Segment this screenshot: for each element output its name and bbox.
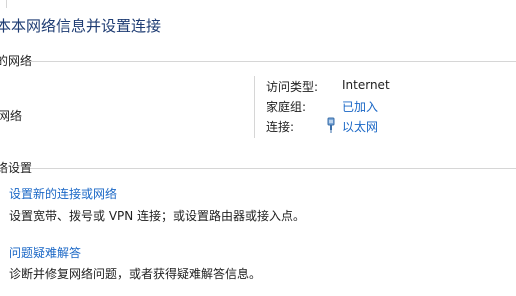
setup-new-connection-link[interactable]: 设置新的连接或网络: [9, 185, 117, 202]
network-name: 网络: [0, 109, 23, 123]
window-edge: [0, 0, 7, 8]
homegroup-label: 家庭组:: [266, 100, 307, 114]
section-divider: [30, 168, 516, 169]
connections-label: 连接:: [266, 120, 295, 134]
section-divider: [30, 61, 516, 62]
setup-new-connection-description: 设置宽带、拨号或 VPN 连接；或设置路由器或接入点。: [9, 209, 306, 223]
homegroup-link[interactable]: 已加入: [342, 98, 378, 115]
access-type-label: 访问类型:: [266, 80, 319, 94]
active-networks-header: 的网络: [0, 54, 33, 68]
change-settings-header: 络设置: [0, 161, 33, 175]
column-separator: [254, 76, 255, 138]
page-title: 本本网络信息并设置连接: [0, 17, 162, 35]
troubleshoot-link[interactable]: 问题疑难解答: [9, 244, 81, 261]
ethernet-connection-link[interactable]: 以太网: [342, 118, 378, 135]
ethernet-plug-icon: [326, 117, 336, 133]
access-type-value: Internet: [342, 78, 390, 92]
troubleshoot-description: 诊断并修复网络问题，或者获得疑难解答信息。: [9, 267, 262, 281]
